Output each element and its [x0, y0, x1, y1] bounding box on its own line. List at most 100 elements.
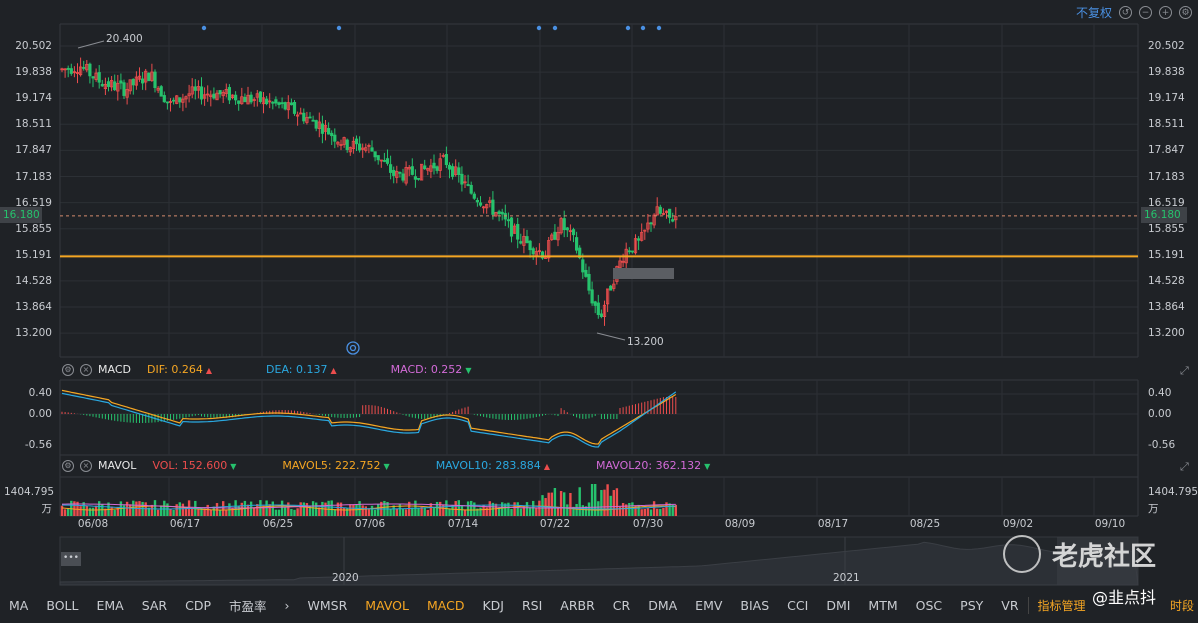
volume-bar: [429, 503, 433, 516]
indicator-tab[interactable]: BIAS: [731, 598, 778, 613]
current-price-tag-right: 16.180: [1141, 207, 1187, 223]
volume-bar: [628, 503, 631, 516]
volume-bar: [209, 509, 212, 516]
close-icon[interactable]: ×: [80, 459, 92, 472]
gear-icon[interactable]: ⚙: [62, 459, 74, 472]
close-icon[interactable]: ×: [80, 363, 92, 376]
candle-body: [599, 313, 604, 317]
indicator-tab[interactable]: RSI: [513, 598, 551, 613]
candle-body: [357, 143, 362, 151]
indicator-tab[interactable]: EMV: [686, 598, 731, 613]
gear-icon[interactable]: ⚙: [62, 363, 74, 376]
volume-bar: [265, 500, 268, 516]
candle-body: [416, 177, 421, 180]
candle-body: [271, 101, 275, 104]
indicator-tab[interactable]: MACD: [418, 598, 473, 613]
volume-bar: [197, 509, 200, 516]
macd-ytick-bot: -0.56: [24, 439, 52, 451]
candle-body: [91, 76, 95, 79]
volume-bar: [63, 509, 67, 516]
candle-body: [227, 87, 231, 101]
candle-body: [258, 91, 263, 102]
volume-bar: [287, 502, 290, 516]
indicator-tab[interactable]: EMA: [87, 598, 132, 613]
candle-body: [413, 176, 418, 180]
volume-bar: [470, 500, 473, 516]
volume-bar: [417, 508, 420, 516]
volume-bar: [383, 500, 386, 516]
candle-body: [283, 102, 287, 110]
volume-bar: [305, 503, 309, 516]
volume-bar: [253, 507, 256, 516]
volume-bar: [501, 502, 504, 516]
overview-handle[interactable]: •••: [61, 552, 81, 566]
volume-bar: [175, 504, 178, 516]
indicator-tab[interactable]: WMSR: [299, 598, 357, 613]
expand-macd-icon[interactable]: ⤢: [1180, 364, 1189, 378]
volume-bar: [662, 507, 665, 516]
volume-bar: [299, 502, 302, 516]
candle-body: [528, 240, 532, 251]
volume-bar: [79, 506, 82, 516]
indicator-tab[interactable]: ARBR: [551, 598, 604, 613]
volume-bar: [364, 506, 367, 516]
indicator-tab[interactable]: MAVOL: [356, 598, 418, 613]
indicator-tab[interactable]: MA: [0, 598, 37, 613]
price-tick: 13.864: [15, 301, 52, 313]
watermark-site: 老虎社区: [1052, 542, 1157, 572]
candle-body: [289, 102, 294, 106]
candle-body: [630, 250, 635, 253]
candle-body: [274, 99, 278, 104]
indicator-tab[interactable]: OSC: [907, 598, 952, 613]
indicator-tab[interactable]: MTM: [859, 598, 906, 613]
indicator-tab[interactable]: CR: [604, 598, 639, 613]
volume-bars: [60, 484, 677, 516]
candle-body: [97, 72, 101, 83]
indicator-tab[interactable]: ›: [276, 598, 299, 613]
volume-bar: [566, 504, 569, 516]
watermark-user: @韭点抖: [1092, 588, 1157, 607]
indicator-tab[interactable]: DMA: [639, 598, 686, 613]
volume-bar: [600, 490, 603, 516]
indicator-tab[interactable]: 指标管理: [1027, 596, 1095, 614]
vol-unit-r: 万: [1148, 503, 1159, 515]
date-tick: 07/14: [447, 518, 479, 530]
macd-ytick-top: 0.40: [28, 387, 52, 399]
indicator-tab[interactable]: DMI: [817, 598, 859, 613]
indicator-tab[interactable]: KDJ: [473, 598, 513, 613]
indicator-tab[interactable]: BOLL: [37, 598, 87, 613]
candle-body: [178, 97, 182, 103]
overview-year-2020: 2020: [332, 572, 359, 584]
date-tick: 09/02: [1002, 518, 1034, 530]
indicator-tab[interactable]: PSY: [951, 598, 992, 613]
price-tick: 18.511: [15, 118, 52, 131]
price-tick: 20.502: [1148, 40, 1185, 52]
candle-body: [162, 95, 166, 103]
time-period-button[interactable]: 时段: [1170, 597, 1194, 614]
candle-body: [119, 80, 123, 84]
indicator-tab[interactable]: CCI: [778, 598, 817, 613]
price-tick: 17.183: [1148, 170, 1185, 183]
indicator-tab[interactable]: SAR: [133, 598, 176, 613]
candle-body: [457, 167, 461, 176]
candle-body: [475, 199, 480, 203]
indicator-tab[interactable]: CDP: [176, 598, 220, 613]
macd-ytick-mid-r: 0.00: [1148, 408, 1172, 420]
volume-bar: [160, 505, 163, 516]
candle-body: [354, 138, 359, 145]
chart-canvas[interactable]: [0, 0, 1198, 593]
candle-body: [553, 231, 557, 240]
candle-body: [571, 229, 576, 236]
macd-ytick-bot-r: -0.56: [1148, 439, 1176, 451]
volume-bar: [389, 509, 392, 516]
volume-bar: [547, 492, 550, 516]
indicator-tab[interactable]: VR: [992, 598, 1027, 613]
expand-mavol-icon[interactable]: ⤢: [1180, 460, 1189, 474]
indicator-tab[interactable]: 市盈率: [220, 596, 276, 615]
volume-bar: [519, 508, 522, 516]
volume-bar: [218, 509, 222, 516]
volume-bar: [479, 507, 482, 516]
candle-body: [596, 302, 600, 315]
mavol-ma5: MAVOL5: 222.752 ▼: [282, 459, 390, 472]
volume-bar: [541, 495, 544, 516]
